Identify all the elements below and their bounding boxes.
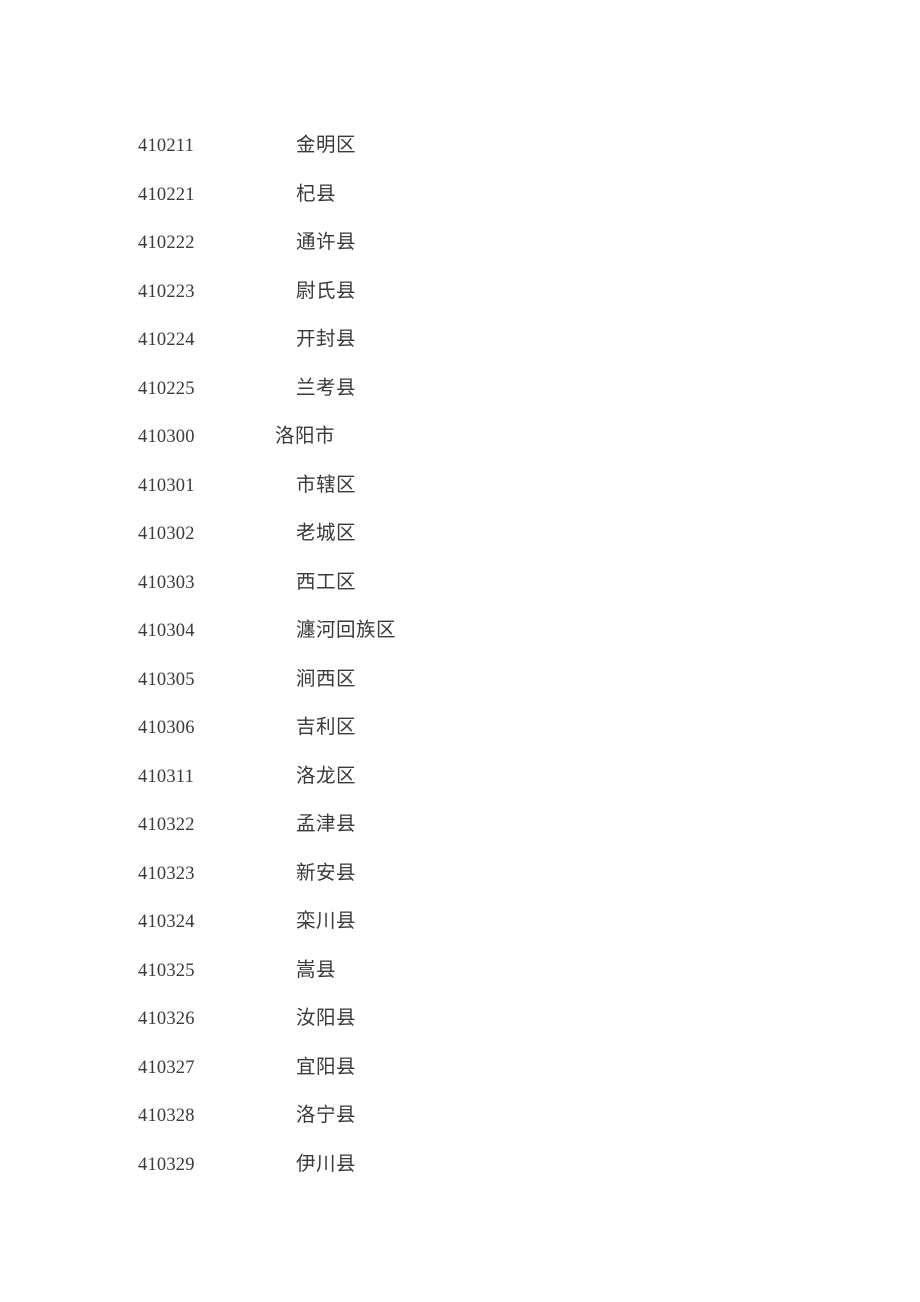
division-name: 新安县: [296, 862, 357, 884]
code-row: 410225 兰考县: [0, 365, 920, 414]
division-name: 市辖区: [296, 474, 357, 496]
division-name: 洛宁县: [296, 1105, 357, 1126]
division-name: 通许县: [296, 232, 357, 253]
code-row: 410222 通许县: [0, 219, 920, 268]
division-code: 410303: [138, 572, 195, 593]
division-name: 栾川县: [296, 911, 357, 932]
division-code: 410302: [138, 524, 195, 544]
division-code: 410324: [138, 912, 195, 932]
code-row: 410326 汝阳县: [0, 995, 920, 1044]
division-code: 410224: [138, 330, 195, 350]
division-code: 410322: [138, 815, 195, 835]
division-code: 410326: [138, 1009, 195, 1029]
division-name: 吉利区: [296, 717, 357, 738]
code-row: 410221 杞县: [0, 171, 920, 220]
division-code: 410323: [138, 863, 195, 884]
division-code: 410300: [138, 427, 195, 447]
code-row: 410301 市辖区: [0, 462, 920, 511]
division-code: 410325: [138, 960, 195, 981]
code-row: 410324 栾川县: [0, 898, 920, 947]
administrative-code-list: 410211 金明区 410221 杞县 410222 通许县 410223 尉氏县 41022…: [0, 122, 920, 1189]
document-page: 410211 金明区 410221 杞县 410222 通许县 410223 尉氏县 41022…: [0, 0, 920, 1302]
division-name: 兰考县: [296, 377, 357, 399]
division-code: 410311: [138, 766, 195, 787]
code-row: 410303 西工区: [0, 559, 920, 608]
code-row: 410305 涧西区: [0, 656, 920, 705]
code-row: 410306 吉利区: [0, 704, 920, 753]
code-row: 410304 瀍河回族区: [0, 607, 920, 656]
division-name: 汝阳县: [296, 1008, 357, 1029]
division-name: 老城区: [296, 523, 357, 544]
division-name: 涧西区: [296, 668, 357, 690]
code-row: 410323 新安县: [0, 850, 920, 899]
division-code: 410225: [138, 378, 195, 399]
division-name: 洛阳市: [275, 426, 336, 447]
code-row: 410322 孟津县: [0, 801, 920, 850]
division-name: 洛龙区: [296, 765, 357, 787]
division-name: 金明区: [296, 135, 357, 156]
division-name: 伊川县: [296, 1153, 357, 1175]
division-code: 410329: [138, 1154, 195, 1175]
division-name: 孟津县: [296, 814, 357, 835]
division-code: 410211: [138, 136, 195, 156]
code-row: 410329 伊川县: [0, 1141, 920, 1190]
division-code: 410306: [138, 718, 195, 738]
division-code: 410301: [138, 475, 195, 496]
code-row: 410311 洛龙区: [0, 753, 920, 802]
code-row: 410211 金明区: [0, 122, 920, 171]
code-row: 410302 老城区: [0, 510, 920, 559]
division-name: 尉氏县: [296, 280, 357, 302]
division-name: 宜阳县: [296, 1056, 357, 1078]
division-name: 瀍河回族区: [296, 620, 397, 641]
division-code: 410305: [138, 669, 195, 690]
division-code: 410222: [138, 233, 195, 253]
code-row: 410224 开封县: [0, 316, 920, 365]
division-code: 410221: [138, 184, 195, 205]
division-code: 410304: [138, 621, 195, 641]
code-row: 410223 尉氏县: [0, 268, 920, 317]
division-code: 410328: [138, 1106, 195, 1126]
division-name: 西工区: [296, 571, 357, 593]
code-row: 410327 宜阳县: [0, 1044, 920, 1093]
division-name: 杞县: [296, 183, 337, 205]
code-row: 410325 嵩县: [0, 947, 920, 996]
division-code: 410327: [138, 1057, 195, 1078]
division-name: 开封县: [296, 329, 357, 350]
code-row: 410300 洛阳市: [0, 413, 920, 462]
division-name: 嵩县: [296, 959, 337, 981]
code-row: 410328 洛宁县: [0, 1092, 920, 1141]
division-code: 410223: [138, 281, 195, 302]
